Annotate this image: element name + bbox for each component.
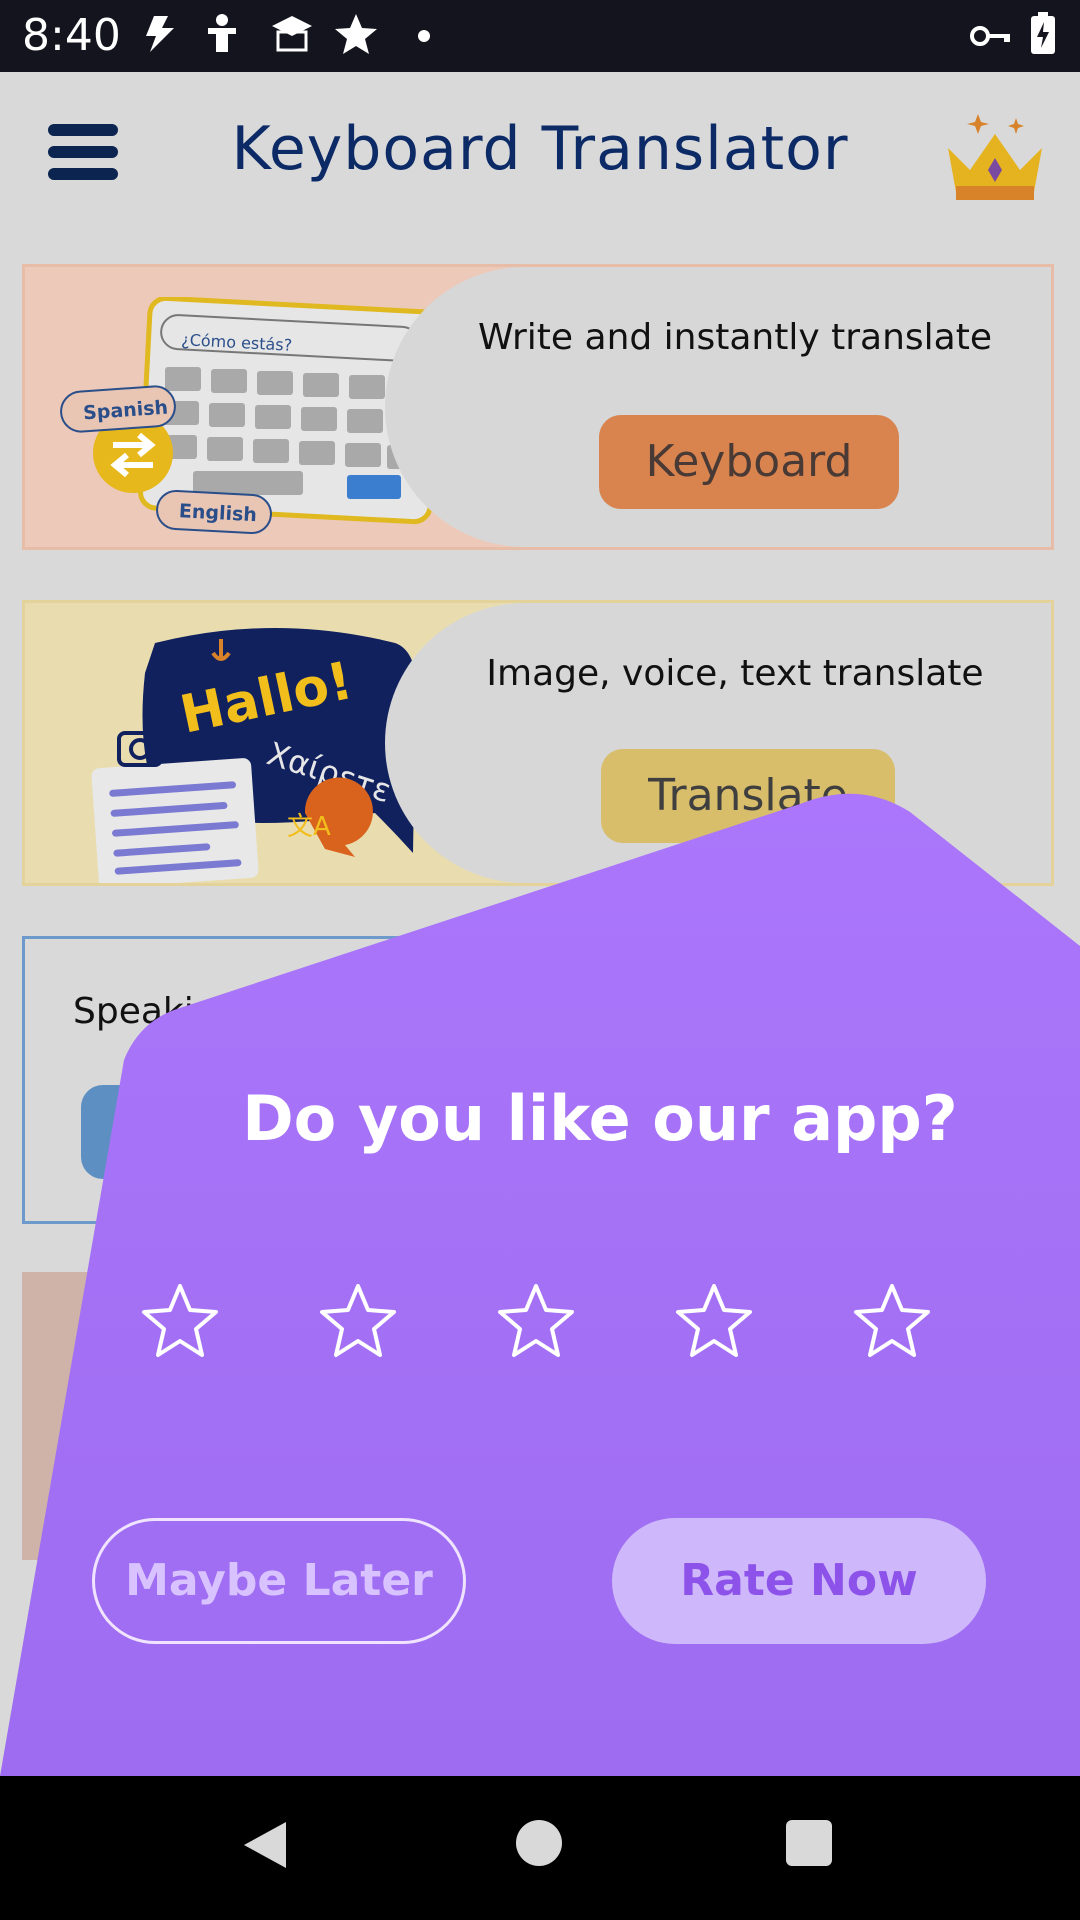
rating-dialog-title: Do you like our app? — [242, 1082, 958, 1155]
back-icon[interactable] — [240, 1820, 290, 1870]
star-2-icon[interactable] — [318, 1280, 398, 1360]
home-icon[interactable] — [516, 1820, 562, 1866]
star-rating[interactable] — [140, 1280, 960, 1360]
star-3-icon[interactable] — [496, 1280, 576, 1360]
navigation-bar — [0, 1776, 1080, 1920]
rating-dialog — [0, 793, 1080, 1776]
star-5-icon[interactable] — [852, 1280, 932, 1360]
star-4-icon[interactable] — [674, 1280, 754, 1360]
rate-now-button[interactable]: Rate Now — [612, 1518, 986, 1644]
maybe-later-button[interactable]: Maybe Later — [92, 1518, 466, 1644]
recents-icon[interactable] — [786, 1820, 832, 1866]
star-1-icon[interactable] — [140, 1280, 220, 1360]
